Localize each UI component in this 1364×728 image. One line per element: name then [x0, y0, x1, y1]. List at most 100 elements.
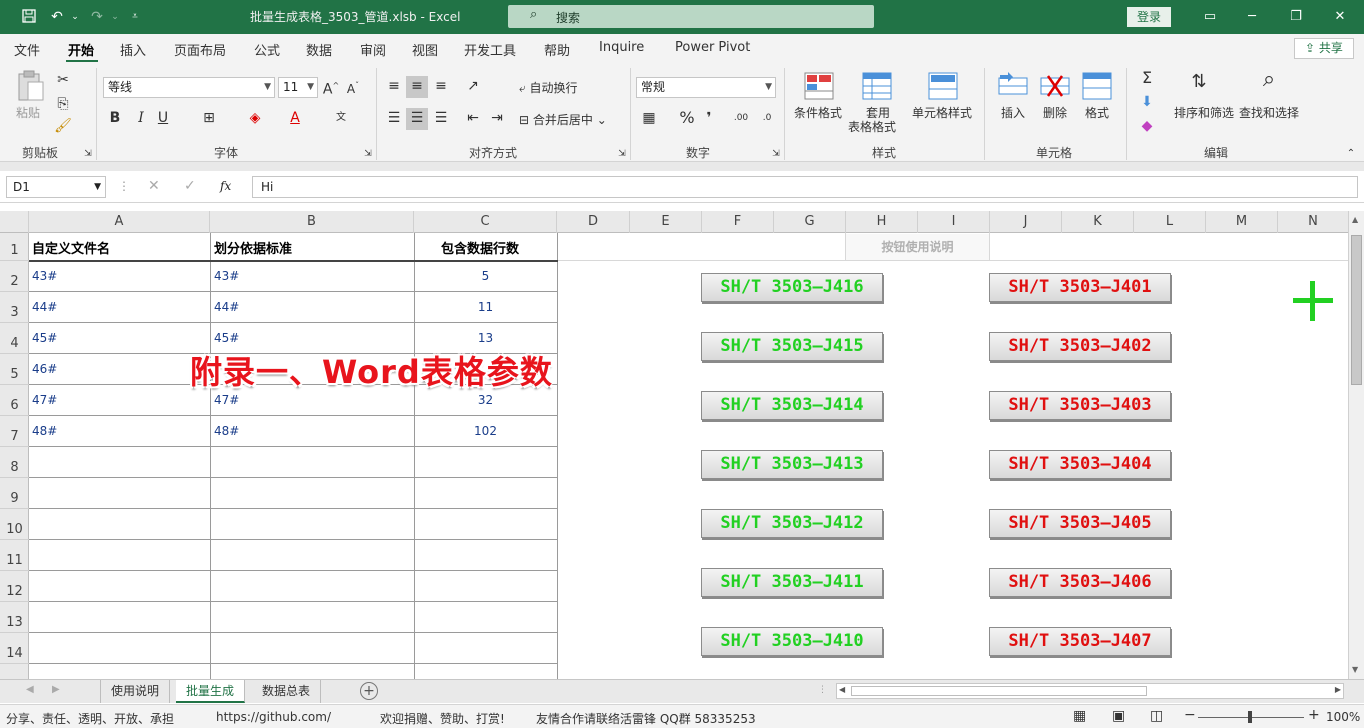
- macro-button-j401[interactable]: SH/T 3503—J401: [989, 273, 1171, 302]
- tab-view[interactable]: 视图: [412, 40, 438, 59]
- row-header[interactable]: 1: [0, 233, 29, 261]
- column-header[interactable]: F: [702, 211, 774, 233]
- zoom-in-icon[interactable]: +: [1308, 707, 1320, 723]
- insert-cells-button[interactable]: 插入: [1001, 104, 1025, 121]
- cell-styles-button[interactable]: 单元格样式: [912, 104, 972, 121]
- save-icon[interactable]: [20, 8, 38, 26]
- close-icon[interactable]: ✕: [1328, 6, 1352, 28]
- decrease-decimal-icon[interactable]: .0: [756, 108, 778, 130]
- page-break-view-icon[interactable]: ◫: [1150, 708, 1163, 724]
- sheet-tab[interactable]: 数据总表: [252, 680, 322, 703]
- row-header[interactable]: 12: [0, 571, 29, 602]
- scroll-up-icon[interactable]: ▲: [1352, 215, 1358, 224]
- page-layout-view-icon[interactable]: ▣: [1112, 708, 1125, 724]
- search-input[interactable]: ⌕ 搜索: [508, 5, 874, 28]
- align-bottom-icon[interactable]: ≡: [430, 76, 452, 98]
- font-color-icon[interactable]: A: [284, 108, 306, 130]
- sheet-tab[interactable]: 使用说明: [100, 680, 171, 703]
- row-header[interactable]: 11: [0, 540, 29, 571]
- column-header[interactable]: L: [1134, 211, 1206, 233]
- macro-button-j404[interactable]: SH/T 3503—J404: [989, 450, 1171, 479]
- macro-button-j410[interactable]: SH/T 3503—J410: [701, 627, 883, 656]
- macro-button-j407[interactable]: SH/T 3503—J407: [989, 627, 1171, 656]
- undo-dropdown-icon[interactable]: ⌄: [66, 8, 84, 26]
- table-cell[interactable]: 32: [414, 393, 557, 407]
- status-link[interactable]: https://github.com/: [216, 710, 331, 724]
- tab-developer[interactable]: 开发工具: [464, 40, 516, 59]
- login-button[interactable]: 登录: [1127, 7, 1171, 27]
- column-header[interactable]: C: [414, 211, 557, 233]
- table-cell[interactable]: 47#: [32, 393, 57, 407]
- row-header[interactable]: 8: [0, 447, 29, 478]
- column-header[interactable]: G: [774, 211, 846, 233]
- underline-button[interactable]: U: [152, 108, 174, 130]
- font-launcher-icon[interactable]: ⇲: [362, 144, 374, 159]
- undo-icon[interactable]: ↶: [48, 8, 66, 26]
- format-cells-button[interactable]: 格式: [1085, 104, 1109, 121]
- tab-data[interactable]: 数据: [306, 40, 332, 59]
- paste-icon[interactable]: [16, 70, 48, 102]
- cancel-icon[interactable]: ✕: [148, 178, 160, 194]
- tab-inquire[interactable]: Inquire: [599, 40, 644, 55]
- column-header[interactable]: N: [1278, 211, 1348, 233]
- row-header[interactable]: 4: [0, 323, 29, 354]
- row-header[interactable]: 5: [0, 354, 29, 385]
- row-header[interactable]: 6: [0, 385, 29, 416]
- normal-view-icon[interactable]: ▦: [1073, 708, 1086, 724]
- table-cell[interactable]: 43#: [214, 269, 239, 283]
- macro-button-j412[interactable]: SH/T 3503—J412: [701, 509, 883, 538]
- decrease-font-icon[interactable]: Aˇ: [342, 76, 364, 98]
- row-header[interactable]: 2: [0, 261, 29, 292]
- vertical-scrollbar[interactable]: ▲ ▼: [1348, 211, 1364, 679]
- row-header[interactable]: 10: [0, 509, 29, 540]
- usage-instructions-button[interactable]: 按钮使用说明: [846, 234, 989, 260]
- clear-icon[interactable]: ◆: [1136, 116, 1158, 138]
- macro-button-j405[interactable]: SH/T 3503—J405: [989, 509, 1171, 538]
- sheet-tab-active[interactable]: 批量生成: [176, 680, 246, 703]
- tab-review[interactable]: 审阅: [360, 40, 386, 59]
- enter-icon[interactable]: ✓: [184, 178, 196, 194]
- table-cell[interactable]: 44#: [214, 300, 239, 314]
- delete-cells-button[interactable]: 删除: [1043, 104, 1067, 121]
- format-as-table-icon[interactable]: [862, 72, 894, 104]
- column-header[interactable]: I: [918, 211, 990, 233]
- increase-indent-icon[interactable]: ⇥: [486, 108, 508, 130]
- column-header[interactable]: M: [1206, 211, 1278, 233]
- sort-filter-button[interactable]: 排序和筛选: [1174, 104, 1234, 121]
- minimize-icon[interactable]: ─: [1240, 6, 1264, 28]
- fill-color-icon[interactable]: ◈: [244, 108, 266, 130]
- prev-sheet-icon[interactable]: ◀: [26, 684, 34, 695]
- border-icon[interactable]: ⊞: [198, 108, 220, 130]
- percent-button[interactable]: %: [676, 108, 698, 130]
- autosum-icon[interactable]: Σ: [1136, 68, 1158, 90]
- merge-center-button[interactable]: ⊟ 合并后居中 ⌄: [519, 111, 607, 128]
- ribbon-display-options-icon[interactable]: ▭: [1198, 6, 1222, 28]
- tab-power-pivot[interactable]: Power Pivot: [675, 40, 750, 55]
- tab-help[interactable]: 帮助: [544, 40, 570, 59]
- column-header[interactable]: J: [990, 211, 1062, 233]
- align-middle-icon[interactable]: ≡: [406, 76, 428, 98]
- delete-cells-icon[interactable]: [1040, 72, 1072, 104]
- find-select-button[interactable]: 查找和选择: [1239, 104, 1299, 121]
- row-header[interactable]: 14: [0, 633, 29, 664]
- table-cell[interactable]: 48#: [32, 424, 57, 438]
- table-cell[interactable]: 13: [414, 331, 557, 345]
- zoom-level[interactable]: 100%: [1326, 710, 1360, 724]
- macro-button-j411[interactable]: SH/T 3503—J411: [701, 568, 883, 597]
- scroll-thumb[interactable]: [851, 686, 1147, 696]
- scroll-left-icon[interactable]: ◀: [839, 685, 845, 694]
- zoom-slider-thumb[interactable]: [1248, 711, 1252, 723]
- scroll-down-icon[interactable]: ▼: [1352, 665, 1358, 674]
- format-as-table-button-line2[interactable]: 表格格式: [848, 118, 896, 135]
- italic-button[interactable]: I: [130, 108, 152, 130]
- bold-button[interactable]: B: [104, 108, 126, 130]
- clipboard-launcher-icon[interactable]: ⇲: [82, 144, 94, 159]
- insert-cells-icon[interactable]: [998, 72, 1030, 104]
- find-select-icon[interactable]: ⌕: [1258, 69, 1280, 92]
- formula-input[interactable]: Hi: [252, 176, 1358, 198]
- table-cell[interactable]: 11: [414, 300, 557, 314]
- font-size-select[interactable]: 11 ▼: [278, 77, 318, 98]
- phonetic-guide-icon[interactable]: 文: [330, 108, 352, 130]
- table-cell[interactable]: 43#: [32, 269, 57, 283]
- format-painter-icon[interactable]: 🖌: [52, 116, 74, 138]
